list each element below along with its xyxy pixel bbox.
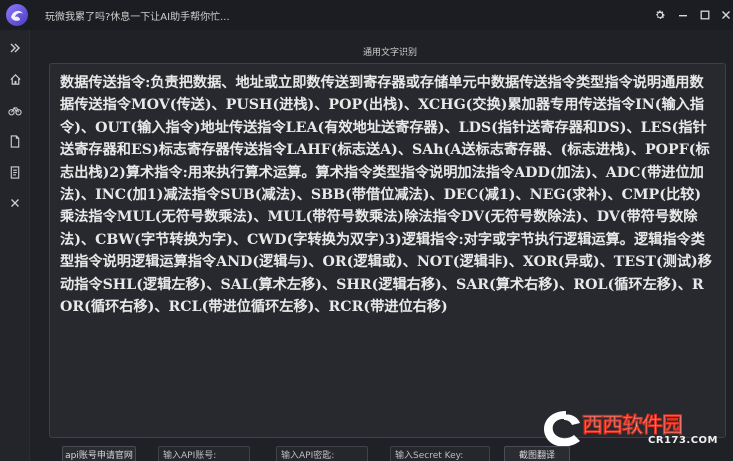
maximize-button[interactable] (695, 5, 715, 25)
settings-button[interactable] (650, 5, 670, 25)
page-title: 通用文字识别 (362, 48, 417, 58)
sidebar-item-home[interactable] (4, 68, 26, 90)
close-button[interactable] (716, 5, 733, 25)
close-icon (11, 199, 19, 207)
sidebar-item-notes[interactable] (4, 161, 26, 183)
home-icon (9, 73, 21, 85)
sidebar-item-expand[interactable] (4, 37, 26, 59)
sidebar (0, 30, 30, 461)
watermark-url: CR173.COM (648, 435, 719, 446)
maximize-icon (700, 10, 710, 20)
minimize-icon (679, 15, 687, 17)
ocr-result-textarea[interactable]: 数据传送指令:负责把数据、地址或立即数传送到寄存器或存储单元中数据传送指令类型指… (49, 63, 726, 438)
title-bar: 玩微我累了吗?休息一下让AI助手帮你忙... (0, 0, 733, 30)
secret-key-field[interactable]: 输入Secret Key: (390, 446, 490, 461)
app-logo-icon (6, 4, 28, 26)
expand-icon (10, 43, 20, 53)
close-icon (722, 11, 730, 19)
sidebar-item-document[interactable] (4, 130, 26, 152)
sidebar-item-close[interactable] (4, 192, 26, 214)
ocr-result-text: 数据传送指令:负责把数据、地址或立即数传送到寄存器或存储单元中数据传送指令类型指… (60, 75, 712, 316)
bike-icon (8, 106, 22, 115)
window-title: 玩微我累了吗?休息一下让AI助手帮你忙... (45, 12, 230, 23)
api-account-field[interactable]: 输入API账号: (158, 446, 250, 461)
notes-icon (10, 165, 20, 179)
document-icon (10, 134, 20, 148)
screenshot-translate-button[interactable]: 截图翻译 (504, 446, 570, 461)
api-key-field[interactable]: 输入API密匙: (276, 446, 368, 461)
sidebar-item-bike[interactable] (4, 99, 26, 121)
minimize-button[interactable] (673, 5, 693, 25)
api-apply-button[interactable]: api账号申请官网 (62, 446, 136, 461)
gear-icon (656, 10, 665, 19)
